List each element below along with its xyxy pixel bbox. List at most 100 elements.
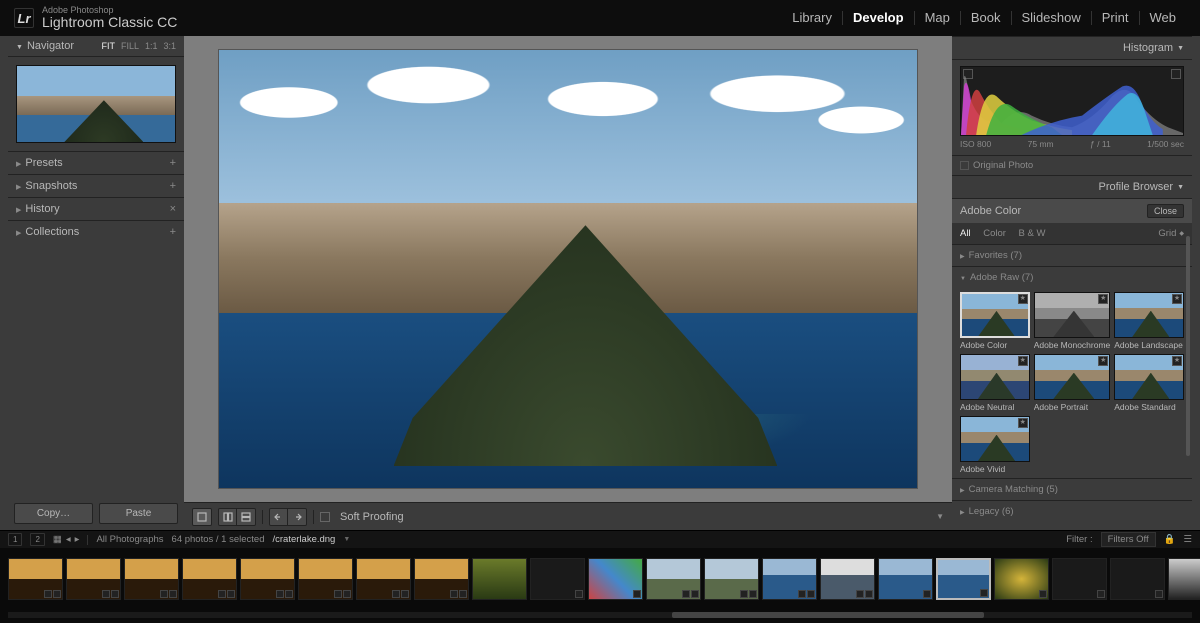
right-panel-scrollbar[interactable]: [1186, 236, 1190, 456]
module-web[interactable]: Web: [1140, 11, 1187, 25]
clear-history-button[interactable]: ×: [170, 203, 176, 215]
original-photo-row[interactable]: Original Photo: [952, 155, 1192, 175]
left-rail[interactable]: [0, 36, 8, 530]
favorite-star-icon[interactable]: ★: [1172, 294, 1182, 304]
left-panel: Navigator FIT FILL 1:1 3:1 Presets+ Snap…: [8, 36, 184, 530]
histogram-chart[interactable]: [960, 66, 1184, 136]
snapshots-section[interactable]: Snapshots+: [8, 174, 184, 197]
favorite-star-icon[interactable]: ★: [1018, 356, 1028, 366]
screen-2-button[interactable]: 2: [30, 533, 44, 546]
filmstrip-breadcrumb[interactable]: All Photographs: [96, 534, 163, 545]
filmstrip-thumb[interactable]: [588, 558, 643, 600]
screen-1-button[interactable]: 1: [8, 533, 22, 546]
favorite-star-icon[interactable]: ★: [1172, 356, 1182, 366]
filmstrip-thumb[interactable]: [994, 558, 1049, 600]
filmstrip-thumb[interactable]: [472, 558, 527, 600]
prev-photo-icon[interactable]: ◂: [66, 534, 71, 545]
filmstrip-scrollbar[interactable]: [0, 610, 1200, 620]
original-photo-label: Original Photo: [973, 160, 1033, 171]
add-snapshot-button[interactable]: +: [170, 180, 176, 192]
favorites-count: 7: [1014, 250, 1019, 261]
favorite-star-icon[interactable]: ★: [1018, 418, 1028, 428]
favorite-star-icon[interactable]: ★: [1098, 356, 1108, 366]
zoom-1to1[interactable]: 1:1: [145, 41, 158, 51]
profile-close-button[interactable]: Close: [1147, 204, 1184, 218]
profile-tab-color[interactable]: Color: [983, 228, 1006, 239]
filter-value[interactable]: Filters Off: [1101, 532, 1156, 547]
navigator-thumbnail[interactable]: [8, 57, 184, 151]
before-after-tb-button[interactable]: [237, 509, 255, 525]
profile-view-toggle[interactable]: Grid ◆: [1158, 228, 1184, 239]
filmstrip-thumb[interactable]: [124, 558, 179, 600]
module-map[interactable]: Map: [915, 11, 961, 25]
profile-tile-adobe-monochrome[interactable]: ★Adobe Monochrome: [1034, 292, 1111, 350]
history-section[interactable]: History×: [8, 197, 184, 220]
right-rail[interactable]: [1192, 36, 1200, 530]
profile-tile-adobe-portrait[interactable]: ★Adobe Portrait: [1034, 354, 1111, 412]
zoom-fill[interactable]: FILL: [121, 41, 139, 51]
filmstrip-thumb[interactable]: [1168, 558, 1200, 600]
collections-section[interactable]: Collections+: [8, 220, 184, 243]
module-print[interactable]: Print: [1092, 11, 1140, 25]
profile-tab-bw[interactable]: B & W: [1019, 228, 1046, 239]
zoom-3to1[interactable]: 3:1: [163, 41, 176, 51]
filmstrip-thumb[interactable]: [704, 558, 759, 600]
filmstrip-thumb[interactable]: [298, 558, 353, 600]
presets-section[interactable]: Presets+: [8, 151, 184, 174]
profile-tile-adobe-vivid[interactable]: ★Adobe Vivid: [960, 416, 1030, 474]
swap-before-button[interactable]: [270, 509, 288, 525]
module-library[interactable]: Library: [782, 11, 843, 25]
filmstrip-thumb[interactable]: [182, 558, 237, 600]
paste-button[interactable]: Paste: [99, 503, 178, 524]
filmstrip-thumb[interactable]: [1110, 558, 1165, 600]
filmstrip-thumb[interactable]: [66, 558, 121, 600]
profile-tile-adobe-landscape[interactable]: ★Adobe Landscape: [1114, 292, 1184, 350]
filmstrip-thumb[interactable]: [414, 558, 469, 600]
loupe-view-button[interactable]: [193, 509, 211, 525]
swap-after-button[interactable]: [288, 509, 306, 525]
profile-tile-adobe-standard[interactable]: ★Adobe Standard: [1114, 354, 1184, 412]
profile-favorites-section[interactable]: Favorites (7): [952, 244, 1192, 266]
copy-button[interactable]: Copy…: [14, 503, 93, 524]
navigator-header[interactable]: Navigator FIT FILL 1:1 3:1: [8, 36, 184, 57]
filmstrip-thumb[interactable]: [646, 558, 701, 600]
filmstrip-thumb[interactable]: [820, 558, 875, 600]
histogram-header[interactable]: Histogram▼: [952, 36, 1192, 60]
module-develop[interactable]: Develop: [843, 11, 915, 25]
module-book[interactable]: Book: [961, 11, 1012, 25]
filmstrip-thumb[interactable]: [878, 558, 933, 600]
filmstrip[interactable]: [0, 548, 1200, 610]
filmstrip-thumb[interactable]: [240, 558, 295, 600]
add-collection-button[interactable]: +: [170, 226, 176, 238]
module-slideshow[interactable]: Slideshow: [1012, 11, 1092, 25]
chevron-right-icon: [960, 484, 969, 495]
profile-legacy-section[interactable]: Legacy (6): [952, 500, 1192, 522]
profile-adobe-raw-section[interactable]: Adobe Raw (7): [952, 266, 1192, 288]
before-after-lr-button[interactable]: [219, 509, 237, 525]
add-preset-button[interactable]: +: [170, 157, 176, 169]
favorite-star-icon[interactable]: ★: [1098, 294, 1108, 304]
image-stage[interactable]: [184, 36, 952, 502]
filmstrip-thumb[interactable]: [8, 558, 63, 600]
grid-view-icon[interactable]: ▦: [53, 534, 62, 545]
original-photo-checkbox[interactable]: [960, 161, 969, 170]
filmstrip-thumb-selected[interactable]: [936, 558, 991, 600]
filter-lock-icon[interactable]: 🔒: [1164, 534, 1176, 545]
filmstrip-filename[interactable]: /craterlake.dng: [273, 534, 336, 545]
profile-camera-matching-section[interactable]: Camera Matching (5): [952, 478, 1192, 500]
scrollbar-handle[interactable]: [672, 612, 984, 618]
zoom-fit[interactable]: FIT: [101, 41, 115, 51]
filmstrip-thumb[interactable]: [530, 558, 585, 600]
soft-proofing-checkbox[interactable]: [320, 512, 330, 522]
toolbar-options-button[interactable]: ▼: [936, 512, 944, 521]
favorite-star-icon[interactable]: ★: [1018, 294, 1028, 304]
profile-browser-header[interactable]: Profile Browser▼: [952, 175, 1192, 199]
filmstrip-thumb[interactable]: [356, 558, 411, 600]
filter-menu-icon[interactable]: ☰: [1183, 534, 1192, 545]
profile-tile-adobe-color[interactable]: ★Adobe Color: [960, 292, 1030, 350]
filmstrip-thumb[interactable]: [762, 558, 817, 600]
filmstrip-thumb[interactable]: [1052, 558, 1107, 600]
profile-tile-adobe-neutral[interactable]: ★Adobe Neutral: [960, 354, 1030, 412]
next-photo-icon[interactable]: ▸: [75, 534, 80, 545]
profile-tab-all[interactable]: All: [960, 228, 971, 239]
